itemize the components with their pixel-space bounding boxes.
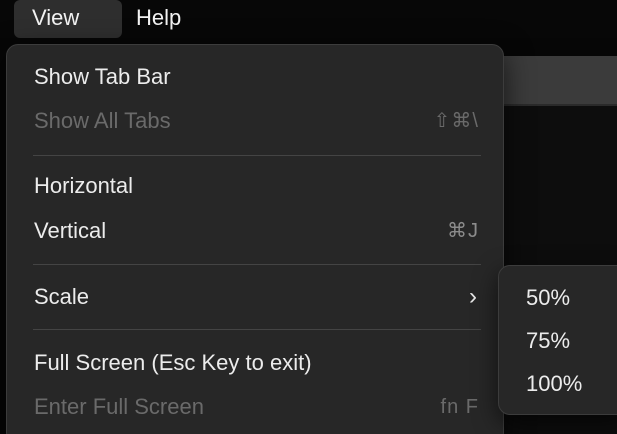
view-menu: Show Tab Bar Show All Tabs ⇧⌘\ Horizonta… bbox=[6, 44, 504, 434]
menu-item-show-all-tabs[interactable]: Show All Tabs ⇧⌘\ bbox=[7, 101, 503, 141]
menu-bar: View Help bbox=[0, 0, 617, 38]
shortcut-shift-cmd-backslash: ⇧⌘\ bbox=[433, 110, 479, 132]
menu-separator bbox=[33, 264, 481, 265]
menu-item-vertical[interactable]: Vertical ⌘J bbox=[7, 211, 503, 251]
shortcut-fn-f: fn F bbox=[440, 396, 479, 418]
menu-item-label: Full Screen (Esc Key to exit) bbox=[34, 350, 312, 375]
menu-item-show-tab-bar[interactable]: Show Tab Bar bbox=[7, 57, 503, 97]
menu-item-label: Vertical bbox=[34, 218, 107, 243]
scale-option-label: 100% bbox=[526, 371, 583, 396]
menu-item-label: Show All Tabs bbox=[34, 108, 171, 133]
scale-option-label: 50% bbox=[526, 285, 571, 310]
scale-option-label: 75% bbox=[526, 328, 571, 353]
scale-option-50[interactable]: 50% bbox=[499, 278, 617, 318]
screen: View Help Show Tab Bar Show All Tabs ⇧⌘\… bbox=[0, 0, 617, 434]
menu-item-label: Show Tab Bar bbox=[34, 64, 171, 89]
menu-item-scale[interactable]: Scale › bbox=[7, 277, 503, 317]
chevron-right-icon: › bbox=[469, 283, 477, 310]
scale-option-75[interactable]: 75% bbox=[499, 321, 617, 361]
menu-item-enter-full-screen[interactable]: Enter Full Screen fn F bbox=[7, 387, 503, 427]
shortcut-cmd-j: ⌘J bbox=[447, 220, 479, 242]
scale-submenu: 50% 75% 100% bbox=[498, 265, 617, 415]
menubar-help[interactable]: Help bbox=[118, 0, 199, 38]
scale-option-100[interactable]: 100% bbox=[499, 364, 617, 404]
menu-item-horizontal[interactable]: Horizontal bbox=[7, 166, 503, 206]
menu-item-label: Horizontal bbox=[34, 173, 134, 198]
menu-separator bbox=[33, 329, 481, 330]
menu-separator bbox=[33, 155, 481, 156]
menubar-view[interactable]: View bbox=[14, 0, 122, 38]
menu-item-label: Enter Full Screen bbox=[34, 394, 204, 419]
menu-item-full-screen-esc[interactable]: Full Screen (Esc Key to exit) bbox=[7, 343, 503, 383]
menu-item-label: Scale bbox=[34, 284, 90, 309]
